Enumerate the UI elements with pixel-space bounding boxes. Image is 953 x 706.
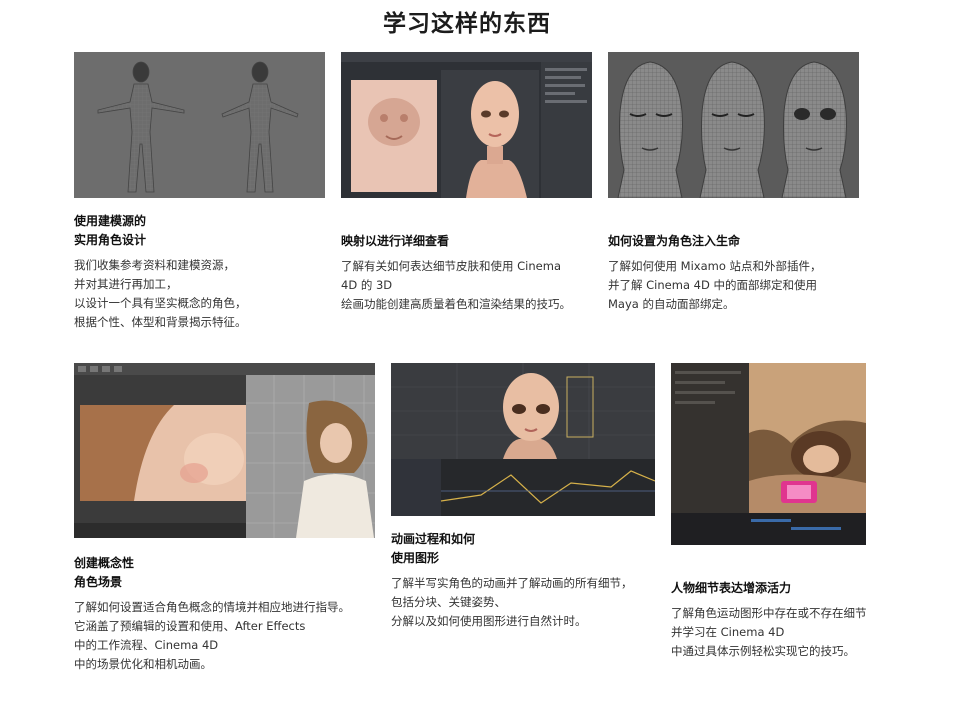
card-title: 映射以进行详细查看 xyxy=(341,234,450,248)
card-description: 了解如何设置适合角色概念的情境并相应地进行指导。 它涵盖了预编辑的设置和使用、A… xyxy=(74,600,350,671)
card-title: 使用建模源的 实用角色设计 xyxy=(74,214,147,247)
card-description: 了解有关如何表达细节皮肤和使用 Cinema 4D 的 3D 绘画功能创建高质量… xyxy=(341,259,571,311)
card-character-details: 人物细节表达增添活力 了解角色运动图形中存在或不存在细节的差异， 并学习在 Ci… xyxy=(671,363,866,661)
animation-editor-illustration xyxy=(391,363,655,516)
card-character-design: 使用建模源的 实用角色设计 我们收集参考资料和建模资源， 并对其进行再加工， 以… xyxy=(74,52,326,332)
card-description: 了解如何使用 Mixamo 站点和外部插件， 并了解 Cinema 4D 中的面… xyxy=(608,259,822,311)
card-title: 人物细节表达增添活力 xyxy=(671,581,792,595)
card-concept-scene: 创建概念性 角色场景 了解如何设置适合角色概念的情境并相应地进行指导。 它涵盖了… xyxy=(74,363,376,674)
card-description: 了解半写实角色的动画并了解动画的所有细节， 包括分块、关键姿势、 分解以及如何使… xyxy=(391,576,633,628)
card-title: 如何设置为角色注入生命 xyxy=(608,234,741,248)
character-render-illustration xyxy=(671,363,866,545)
card-image-face-rig xyxy=(608,52,859,198)
card-image-animation-editor xyxy=(391,363,655,516)
concept-scene-illustration xyxy=(74,363,375,538)
card-image-base-mesh xyxy=(74,52,325,198)
card-description: 我们收集参考资料和建模资源， 并对其进行再加工， 以设计一个具有坚实概念的角色，… xyxy=(74,258,247,329)
card-animation-graphs: 动画过程和如何 使用图形 了解半写实角色的动画并了解动画的所有细节， 包括分块、… xyxy=(391,363,656,631)
card-description: 了解角色运动图形中存在或不存在细节的差异， 并学习在 Cinema 4D 中通过… xyxy=(671,606,866,658)
card-title: 动画过程和如何 使用图形 xyxy=(391,532,476,565)
card-title: 创建概念性 角色场景 xyxy=(74,556,135,589)
facial-rig-illustration xyxy=(608,52,859,198)
card-image-render-scene xyxy=(671,363,866,545)
card-image-scene-editor xyxy=(74,363,375,538)
base-mesh-illustration xyxy=(74,52,325,198)
card-texture-mapping: 映射以进行详细查看 了解有关如何表达细节皮肤和使用 Cinema 4D 的 3D… xyxy=(341,52,593,314)
texture-mapping-illustration xyxy=(341,52,592,198)
card-image-texture-paint xyxy=(341,52,592,198)
page-title: 学习这样的东西 xyxy=(383,11,551,37)
card-facial-rigging: 如何设置为角色注入生命 了解如何使用 Mixamo 站点和外部插件， 并了解 C… xyxy=(608,52,868,314)
